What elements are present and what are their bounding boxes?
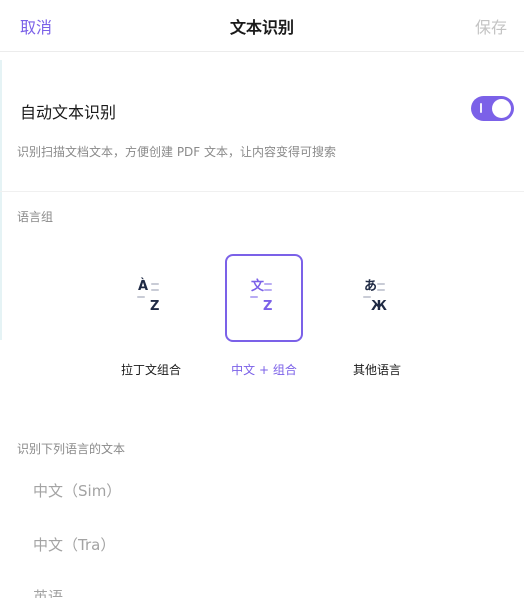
glyph-bottom: Z xyxy=(150,299,160,314)
language-item[interactable]: 中文（Tra） xyxy=(33,534,115,555)
line-dash xyxy=(250,296,258,298)
toggle-knob xyxy=(492,99,511,118)
other-glyph-icon: あ Ж xyxy=(363,278,391,314)
line-dash xyxy=(377,289,385,291)
auto-ocr-label: 自动文本识别 xyxy=(20,103,117,122)
glyph-top: À xyxy=(138,279,149,294)
auto-ocr-section: 自动文本识别 识别扫描文档文本，方便创建 PDF 文本，让内容变得可搜索 xyxy=(0,52,524,192)
language-group-label: 语言组 xyxy=(17,210,54,224)
language-option-other[interactable]: あ Ж xyxy=(338,254,416,342)
recognize-languages-label: 识别下列语言的文本 xyxy=(17,442,126,456)
language-option-chinese-label[interactable]: 中文 + 组合 xyxy=(209,361,319,378)
line-dash xyxy=(264,283,272,285)
line-dash xyxy=(151,283,159,285)
auto-ocr-description: 识别扫描文档文本，方便创建 PDF 文本，让内容变得可搜索 xyxy=(17,145,337,159)
language-item[interactable]: 中文（Sim） xyxy=(33,480,121,501)
page-title: 文本识别 xyxy=(229,18,294,37)
line-dash xyxy=(137,296,145,298)
line-dash xyxy=(363,296,371,298)
glyph-bottom: Ж xyxy=(371,299,387,314)
nav-header: 取消 文本识别 保存 xyxy=(0,0,524,52)
language-option-latin[interactable]: À Z xyxy=(112,254,190,342)
line-dash xyxy=(264,289,272,291)
glyph-bottom: Z xyxy=(263,299,273,314)
auto-ocr-toggle[interactable] xyxy=(471,96,514,121)
latin-glyph-icon: À Z xyxy=(137,278,165,314)
glyph-top: あ xyxy=(364,279,378,294)
chinese-glyph-icon: 文 Z xyxy=(250,278,278,314)
line-dash xyxy=(377,283,385,285)
language-item[interactable]: 英语 xyxy=(33,586,63,598)
toggle-on-mark xyxy=(480,103,482,113)
save-button[interactable]: 保存 xyxy=(475,14,507,38)
language-option-chinese[interactable]: 文 Z xyxy=(225,254,303,342)
glyph-top: 文 xyxy=(251,279,265,294)
text-recognition-settings: 取消 文本识别 保存 自动文本识别 识别扫描文档文本，方便创建 PDF 文本，让… xyxy=(0,0,524,598)
language-option-other-label[interactable]: 其他语言 xyxy=(322,361,432,378)
line-dash xyxy=(151,289,159,291)
language-option-latin-label[interactable]: 拉丁文组合 xyxy=(96,361,206,378)
